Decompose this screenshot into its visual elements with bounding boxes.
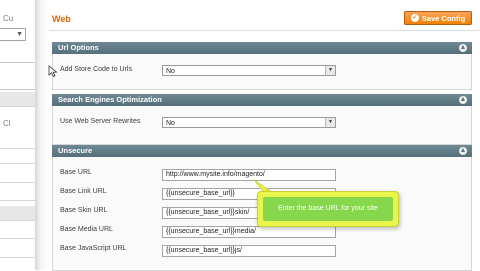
web-server-rewrites-label: Use Web Server Rewrites xyxy=(60,118,141,125)
chevron-down-icon: ▼ xyxy=(325,66,335,75)
help-tooltip-text: Enter the base URL for your site xyxy=(263,197,393,221)
url-options-section: Url Options ▲ Add Store Code to Urls No … xyxy=(52,42,472,90)
save-icon: ✓ xyxy=(410,14,419,22)
seo-title: Search Engines Optimization xyxy=(58,95,162,104)
base-javascript-url-label: Base JavaScript URL xyxy=(60,245,127,252)
left-nav-item[interactable] xyxy=(0,224,35,239)
base-media-url-label: Base Media URL xyxy=(60,226,113,233)
left-label-top: Cu xyxy=(3,14,14,23)
left-panel-box xyxy=(0,62,35,90)
left-sidebar: Cu ▼ Cl xyxy=(0,0,35,270)
add-store-code-row: Add Store Code to Urls No ▼ xyxy=(53,63,471,80)
base-link-url-label: Base Link URL xyxy=(60,188,107,195)
seo-section: Search Engines Optimization ▲ Use Web Se… xyxy=(52,94,472,145)
url-options-title: Url Options xyxy=(58,43,99,52)
store-scope-select[interactable]: ▼ xyxy=(0,28,26,41)
save-config-label: Save Config xyxy=(421,13,466,23)
seo-body: Use Web Server Rewrites No ▼ xyxy=(52,106,472,145)
web-server-rewrites-row: Use Web Server Rewrites No ▼ xyxy=(53,115,471,132)
collapse-icon[interactable]: ▲ xyxy=(459,147,467,155)
title-divider xyxy=(49,30,480,31)
page-title: Web xyxy=(52,14,71,24)
base-skin-url-label: Base Skin URL xyxy=(60,207,108,214)
sidebar-divider xyxy=(35,0,49,270)
web-server-rewrites-value: No xyxy=(166,120,175,127)
seo-header[interactable]: Search Engines Optimization ▲ xyxy=(52,94,472,106)
collapse-icon[interactable]: ▲ xyxy=(459,44,467,52)
base-javascript-url-row: Base JavaScript URL {{unsecure_base_url}… xyxy=(53,242,471,259)
left-nav-item[interactable] xyxy=(0,243,35,258)
unsecure-title: Unsecure xyxy=(58,146,93,155)
add-store-code-value: No xyxy=(166,68,175,75)
left-nav-item[interactable] xyxy=(0,168,35,183)
main-content: Web ✓ Save Config Url Options ▲ Add Stor… xyxy=(49,0,480,271)
chevron-down-icon: ▼ xyxy=(325,118,335,127)
url-options-body: Add Store Code to Urls No ▼ xyxy=(52,54,472,90)
add-store-code-select[interactable]: No ▼ xyxy=(162,65,336,76)
left-nav-item[interactable] xyxy=(0,186,35,201)
url-options-header[interactable]: Url Options ▲ xyxy=(52,42,472,54)
left-label-mid: Cl xyxy=(3,119,11,128)
unsecure-header[interactable]: Unsecure ▲ xyxy=(52,145,472,157)
chevron-down-icon: ▼ xyxy=(16,31,23,38)
add-store-code-label: Add Store Code to Urls xyxy=(60,66,132,73)
web-server-rewrites-select[interactable]: No ▼ xyxy=(162,117,336,128)
mouse-pointer-icon xyxy=(48,65,58,77)
base-url-label: Base URL xyxy=(60,169,92,176)
base-media-url-input[interactable]: {{unsecure_base_url}}media/ xyxy=(162,226,336,238)
left-nav-item[interactable] xyxy=(0,149,35,164)
base-url-input[interactable]: http://www.mysite.info/magento/ xyxy=(162,169,336,181)
help-tooltip: Enter the base URL for your site xyxy=(257,191,399,227)
save-config-button[interactable]: ✓ Save Config xyxy=(404,11,472,25)
base-javascript-url-input[interactable]: {{unsecure_base_url}}js/ xyxy=(162,245,336,257)
left-nav-item[interactable] xyxy=(0,134,35,149)
left-nav-item[interactable] xyxy=(0,92,35,107)
left-nav-item[interactable] xyxy=(0,206,35,221)
collapse-icon[interactable]: ▲ xyxy=(459,96,467,104)
